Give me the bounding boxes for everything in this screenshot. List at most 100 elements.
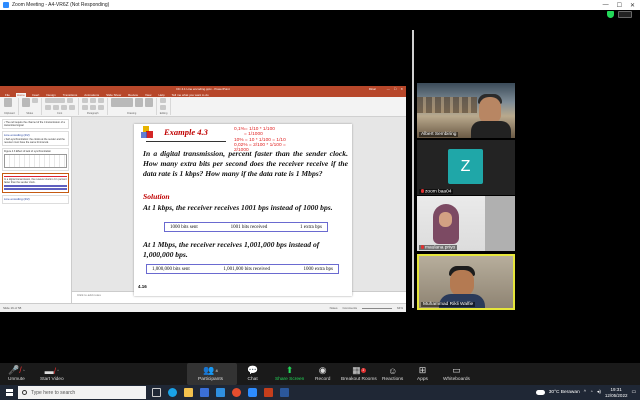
task-view-icon[interactable] (152, 388, 161, 397)
font-color-icon[interactable] (68, 105, 75, 110)
align-right-icon[interactable] (97, 105, 104, 110)
thumbnail-text: • The cell require the channel of the ti… (4, 121, 65, 127)
zoom-slider[interactable] (361, 307, 392, 309)
video-tile-active-speaker[interactable]: Muhammad Rikli Walfie (417, 254, 515, 310)
thumbnail-title: Line encoding (2/2) (4, 197, 30, 201)
ribbon-group-clipboard: Clipboard (4, 98, 19, 115)
slide-thumbnail[interactable]: Figure 4.3 Effect of lack of synchroniza… (2, 148, 69, 171)
new-slide-icon[interactable] (21, 98, 30, 107)
weather-text[interactable]: 30°C Berawan (549, 390, 580, 395)
italic-icon[interactable] (52, 105, 59, 110)
start-button[interactable] (0, 385, 18, 400)
thumbnail-box (4, 185, 67, 187)
ppt-tab-transitions[interactable]: Transitions (62, 93, 79, 97)
layout-icon[interactable] (31, 98, 38, 103)
whiteboards-button[interactable]: ▭ Whiteboards (443, 365, 470, 382)
maximize-button[interactable]: ☐ (617, 2, 622, 9)
share-screen-button[interactable]: ⬆ Share Screen (275, 365, 304, 382)
participants-button[interactable]: 👥 4 Participants (198, 365, 223, 382)
participant-video (450, 270, 474, 296)
shapes-gallery[interactable] (110, 98, 133, 107)
reactions-button[interactable]: ☺ Reactions (382, 365, 403, 383)
ppt-tab-design[interactable]: Design (45, 93, 56, 97)
slide-thumbnail[interactable]: Line encoding (2/2) • Self-synchronizati… (2, 131, 69, 146)
breakout-rooms-button[interactable]: ▦ 1 Breakout Rooms (341, 365, 377, 382)
ppt-tab-file[interactable]: File (4, 93, 11, 97)
close-button[interactable]: ✕ (630, 2, 635, 9)
slide-decoration (141, 126, 155, 140)
font-size-field[interactable] (66, 98, 73, 103)
bold-icon[interactable] (44, 105, 51, 110)
ppt-tell-me[interactable]: Tell me what you want to do (171, 93, 210, 97)
chrome-icon[interactable] (232, 388, 241, 397)
participants-count: 4 (215, 368, 218, 373)
network-icon[interactable]: ◔ (590, 390, 593, 395)
video-tile[interactable]: Albert Sembiring (417, 83, 515, 138)
numbering-icon[interactable] (89, 98, 96, 103)
ribbon-group-label: Slides (26, 112, 34, 115)
slide-number: 4.16 (138, 284, 147, 289)
deco-square-blue (141, 132, 147, 138)
slide-canvas[interactable]: Example 4.3 0,1%= 1/10 * 1/100 = 1/1000 … (134, 124, 352, 296)
gallery-divider[interactable] (412, 30, 414, 308)
tray-arrow-icon[interactable]: ^ (584, 390, 586, 395)
volume-icon[interactable]: ◂) (597, 390, 601, 395)
table-cell: 1,000,000 bits sent (152, 266, 190, 272)
unmute-button[interactable]: 🎤/^ Unmute (8, 365, 25, 382)
slide-thumbnail-selected[interactable]: In a digital transmission, the receiver … (2, 173, 69, 193)
security-shield-icon[interactable] (607, 11, 614, 18)
find-icon[interactable] (159, 98, 166, 103)
chevron-up-icon[interactable]: ^ (57, 368, 59, 373)
title-bar: Zoom Meeting - A4-VR6Z (Not Responding) … (0, 0, 640, 10)
powerpoint-taskbar-icon[interactable] (264, 388, 273, 397)
record-label: Record (315, 377, 331, 382)
arrange-icon[interactable] (134, 98, 143, 107)
indent-icon[interactable] (97, 98, 104, 103)
ribbon-group-font: Font (44, 98, 79, 115)
ppt-tab-insert[interactable]: Insert (31, 93, 41, 97)
comments-toggle[interactable]: Comments (342, 306, 357, 310)
video-tile[interactable]: Z zoom baa04 (417, 140, 515, 195)
bullets-icon[interactable] (81, 98, 88, 103)
ribbon-group-paragraph: Paragraph (81, 98, 108, 115)
ppt-title-bar: DC 4.1 Line encoding.pptx - PowerPoint D… (0, 86, 406, 92)
ppt-tab-help[interactable]: Help (157, 93, 165, 97)
word-taskbar-icon[interactable] (280, 388, 289, 397)
chat-button[interactable]: 💬 Chat (247, 365, 258, 382)
ppt-tab-home[interactable]: Home (15, 93, 26, 97)
view-toggle-button[interactable] (618, 11, 632, 18)
ppt-tab-review[interactable]: Review (127, 93, 139, 97)
apps-button[interactable]: ⊞ Apps (417, 365, 428, 382)
underline-icon[interactable] (60, 105, 67, 110)
font-name-field[interactable] (44, 98, 65, 103)
ppt-tab-view[interactable]: View (144, 93, 152, 97)
table-cell: 1 extra bps (300, 224, 322, 230)
slide-thumbnail[interactable]: Line encoding (2/2) (2, 195, 69, 204)
minimize-button[interactable]: — (603, 2, 609, 9)
zoom-taskbar-icon[interactable] (248, 388, 257, 397)
video-tile[interactable]: maulana priyo (417, 196, 515, 251)
record-button[interactable]: ◉ Record (315, 365, 330, 382)
start-video-button[interactable]: ▬/^ Start Video (40, 365, 64, 383)
slide-question: In a digital transmission, percent faste… (143, 149, 348, 178)
taskbar-search[interactable]: Type here to search (18, 386, 146, 399)
edge-icon[interactable] (168, 388, 177, 397)
align-left-icon[interactable] (81, 105, 88, 110)
ppt-tab-slideshow[interactable]: Slide Show (105, 93, 122, 97)
muted-mic-icon (421, 188, 424, 193)
notes-toggle[interactable]: Notes (330, 306, 338, 310)
ppt-tab-animations[interactable]: Animations (83, 93, 100, 97)
replace-icon[interactable] (159, 105, 166, 110)
store-icon[interactable] (200, 388, 209, 397)
window-title: Zoom Meeting - A4-VR6Z (Not Responding) (12, 2, 110, 8)
file-explorer-icon[interactable] (184, 388, 193, 397)
mail-icon[interactable] (216, 388, 225, 397)
align-center-icon[interactable] (89, 105, 96, 110)
clock[interactable]: 19:31 12/05/2022 (605, 387, 628, 398)
zoom-level[interactable]: 64% (397, 306, 403, 310)
notifications-icon[interactable]: ▭ (631, 390, 636, 395)
chevron-up-icon[interactable]: ^ (23, 368, 25, 373)
slide-thumbnail[interactable]: • The cell require the channel of the ti… (2, 119, 69, 129)
paste-icon[interactable] (4, 98, 12, 107)
quick-styles-icon[interactable] (144, 98, 153, 107)
